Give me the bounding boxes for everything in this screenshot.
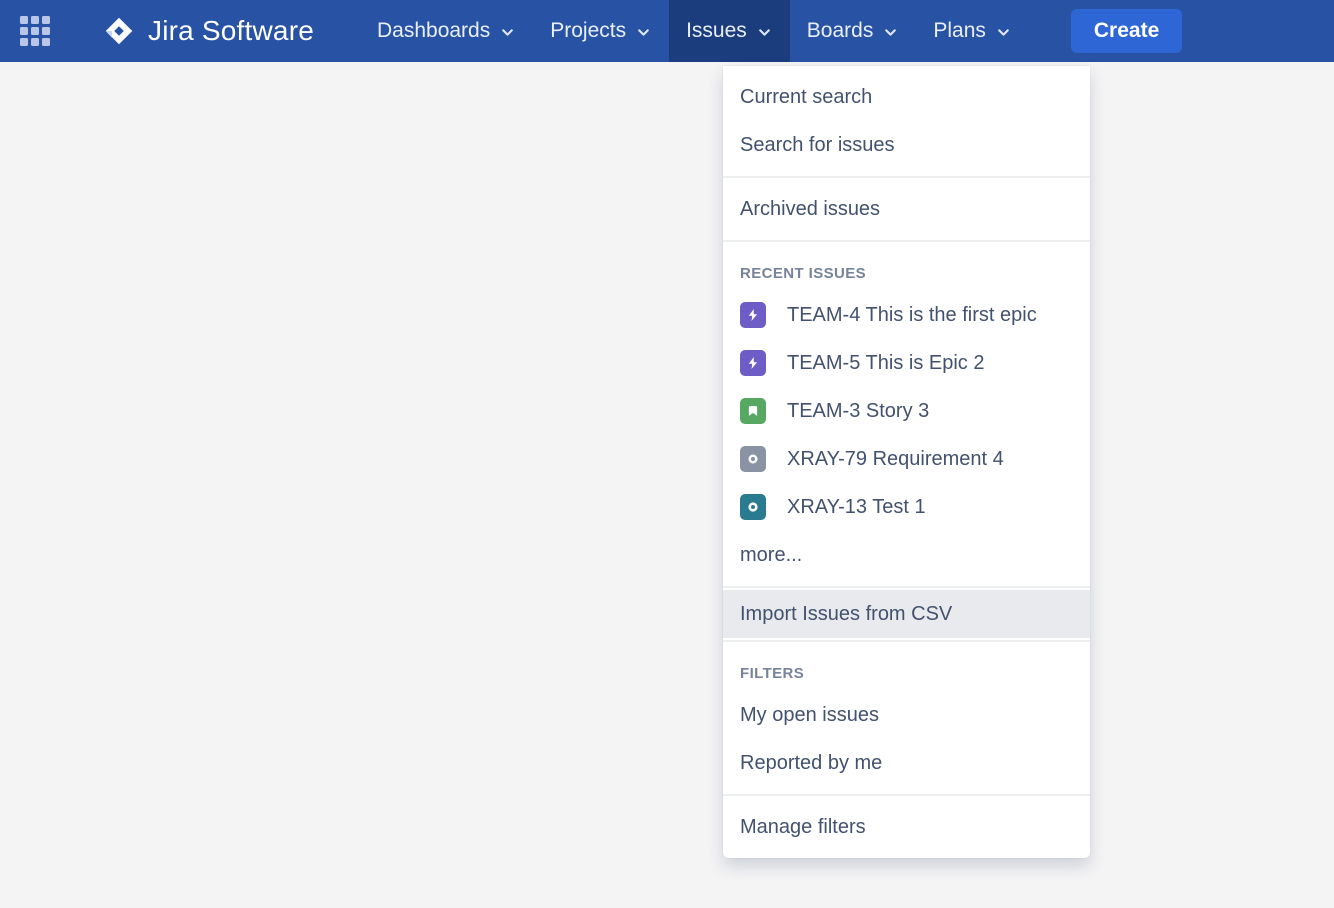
nav-item-projects[interactable]: Projects bbox=[533, 0, 669, 62]
nav-item-boards[interactable]: Boards bbox=[790, 0, 917, 62]
jira-logo-icon bbox=[102, 14, 136, 48]
issue-label: TEAM-3 Story 3 bbox=[787, 400, 929, 423]
recent-issues-section-header: RECENT ISSUES bbox=[723, 249, 1090, 291]
chevron-down-icon bbox=[756, 24, 773, 41]
top-navbar: Jira Software Dashboards Projects Issues… bbox=[0, 0, 1334, 62]
nav-item-label: Boards bbox=[807, 19, 874, 43]
chevron-down-icon bbox=[882, 24, 899, 41]
recent-issue-team-4[interactable]: TEAM-4 This is the first epic bbox=[723, 291, 1090, 339]
menu-item-manage-filters[interactable]: Manage filters bbox=[723, 803, 1090, 851]
menu-item-current-search[interactable]: Current search bbox=[723, 73, 1090, 121]
nav-item-label: Projects bbox=[550, 19, 626, 43]
test-icon bbox=[740, 494, 766, 520]
recent-issue-xray-13[interactable]: XRAY-13 Test 1 bbox=[723, 483, 1090, 531]
epic-icon bbox=[740, 350, 766, 376]
nav-item-dashboards[interactable]: Dashboards bbox=[360, 0, 533, 62]
story-icon bbox=[740, 398, 766, 424]
menu-group-archived: Archived issues bbox=[723, 176, 1090, 240]
create-button[interactable]: Create bbox=[1071, 9, 1182, 53]
issue-label: XRAY-13 Test 1 bbox=[787, 496, 926, 519]
chevron-down-icon bbox=[995, 24, 1012, 41]
menu-group-recent-issues: RECENT ISSUES TEAM-4 This is the first e… bbox=[723, 240, 1090, 586]
menu-group-manage-filters: Manage filters bbox=[723, 794, 1090, 858]
menu-group-search: Current search Search for issues bbox=[723, 66, 1090, 176]
menu-item-search-for-issues[interactable]: Search for issues bbox=[723, 121, 1090, 169]
menu-group-import: Import Issues from CSV bbox=[723, 586, 1090, 640]
menu-group-filters: FILTERS My open issues Reported by me bbox=[723, 640, 1090, 794]
app-title: Jira Software bbox=[148, 15, 314, 47]
menu-item-reported-by-me[interactable]: Reported by me bbox=[723, 739, 1090, 787]
menu-item-archived-issues[interactable]: Archived issues bbox=[723, 185, 1090, 233]
issues-dropdown-menu: Current search Search for issues Archive… bbox=[723, 66, 1090, 858]
menu-item-more[interactable]: more... bbox=[723, 531, 1090, 579]
recent-issue-xray-79[interactable]: XRAY-79 Requirement 4 bbox=[723, 435, 1090, 483]
chevron-down-icon bbox=[635, 24, 652, 41]
filters-section-header: FILTERS bbox=[723, 649, 1090, 691]
recent-issue-team-5[interactable]: TEAM-5 This is Epic 2 bbox=[723, 339, 1090, 387]
nav-item-label: Issues bbox=[686, 19, 747, 43]
nav-item-label: Plans bbox=[933, 19, 986, 43]
app-switcher-grid-icon[interactable] bbox=[20, 16, 50, 46]
nav-item-issues[interactable]: Issues bbox=[669, 0, 790, 62]
requirement-icon bbox=[740, 446, 766, 472]
primary-nav: Dashboards Projects Issues Boards Plans bbox=[360, 0, 1029, 62]
nav-item-label: Dashboards bbox=[377, 19, 490, 43]
jira-logo[interactable]: Jira Software bbox=[102, 14, 314, 48]
menu-item-my-open-issues[interactable]: My open issues bbox=[723, 691, 1090, 739]
chevron-down-icon bbox=[499, 24, 516, 41]
issue-label: TEAM-4 This is the first epic bbox=[787, 304, 1037, 327]
nav-item-plans[interactable]: Plans bbox=[916, 0, 1029, 62]
epic-icon bbox=[740, 302, 766, 328]
issue-label: XRAY-79 Requirement 4 bbox=[787, 448, 1004, 471]
recent-issue-team-3[interactable]: TEAM-3 Story 3 bbox=[723, 387, 1090, 435]
issue-label: TEAM-5 This is Epic 2 bbox=[787, 352, 984, 375]
menu-item-import-issues-from-csv[interactable]: Import Issues from CSV bbox=[723, 590, 1090, 638]
